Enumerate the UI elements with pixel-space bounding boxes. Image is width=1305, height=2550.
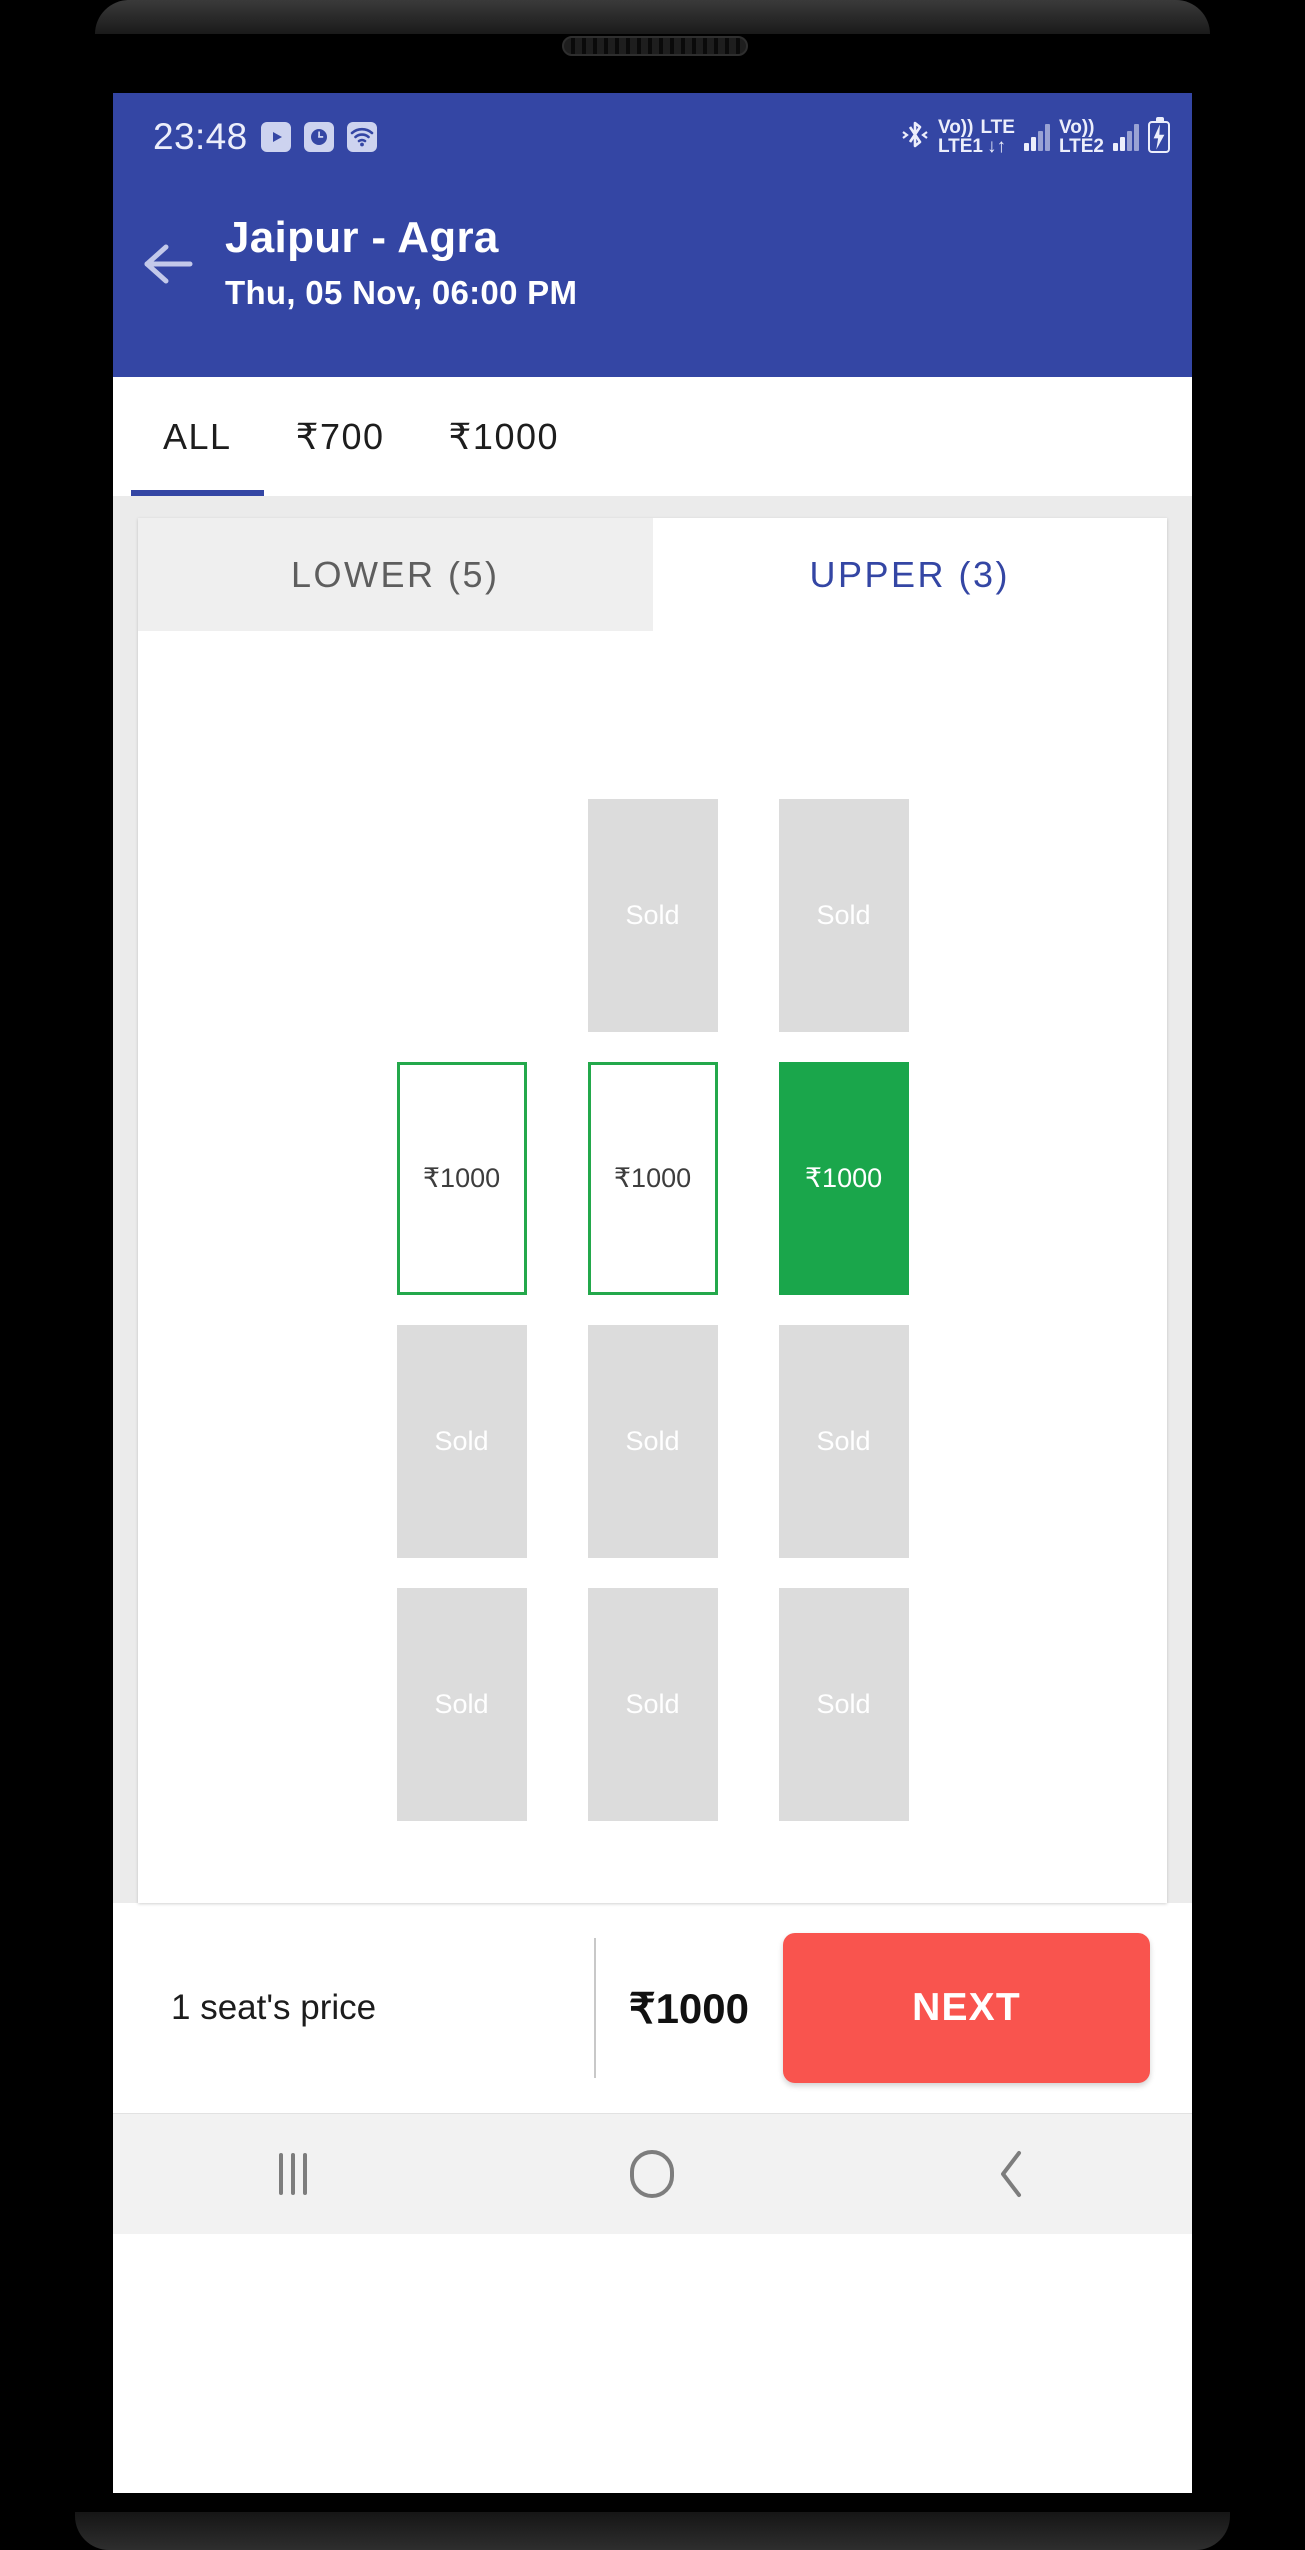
back-icon[interactable]: [932, 2114, 1092, 2234]
sim1-status: Vo)) LTE LTE1 ↓↑: [938, 118, 1015, 156]
page-title: Jaipur - Agra: [225, 213, 499, 262]
sim2-signal-icon: [1113, 123, 1139, 151]
wifi-icon: [346, 122, 377, 152]
tab-lower-deck[interactable]: LOWER (5): [138, 518, 653, 631]
seat-row: ₹1000 ₹1000 ₹1000: [138, 1062, 1167, 1295]
seat-sold: Sold: [587, 799, 718, 1032]
seat-price-label: 1 seat's price: [171, 1988, 377, 2027]
youtube-icon: [260, 122, 291, 152]
seat-row: Sold Sold Sold: [138, 1588, 1167, 1821]
tab-all[interactable]: ALL: [131, 377, 264, 496]
device-bezel-top: [95, 0, 1210, 34]
recents-icon[interactable]: [213, 2114, 373, 2234]
seat-grid: Sold Sold ₹1000 ₹1000 ₹1000 Sold Sold So…: [138, 631, 1167, 1851]
sim1-network-label: LTE: [980, 117, 1015, 138]
device-earpiece-speaker: [562, 36, 748, 56]
seat-empty-slot: [397, 799, 527, 1032]
price-filter-tabs: ALL ₹700 ₹1000: [113, 377, 1192, 496]
phone-screen: 23:48 Vo)) LTE LTE1 ↓↑ Vo)) LTE2 Jaipur …: [113, 93, 1192, 2493]
seat-selected[interactable]: ₹1000: [778, 1062, 909, 1295]
seat-sold: Sold: [778, 1325, 909, 1558]
sim2-label: LTE2: [1058, 136, 1104, 157]
tab-price-1000[interactable]: ₹1000: [417, 377, 592, 496]
status-bar-right: Vo)) LTE LTE1 ↓↑ Vo)) LTE2: [901, 117, 1170, 157]
android-nav-bar: [113, 2113, 1192, 2234]
divider: [593, 1938, 596, 2078]
seat-sold: Sold: [587, 1325, 718, 1558]
status-bar-clock: 23:48: [153, 116, 248, 157]
back-arrow-icon[interactable]: [113, 203, 225, 287]
route-info: Jaipur - Agra Thu, 05 Nov, 06:00 PM: [225, 203, 577, 312]
seat-sold: Sold: [587, 1588, 718, 1821]
sim1-signal-icon: [1023, 123, 1050, 151]
clock-icon: [303, 122, 334, 152]
seat-available[interactable]: ₹1000: [396, 1062, 527, 1295]
seat-selection-area: LOWER (5) UPPER (3) Sold Sold ₹1000 ₹100…: [113, 496, 1192, 1903]
sim1-volte-label: Vo)): [937, 117, 974, 138]
seat-row: Sold Sold Sold: [138, 1325, 1167, 1558]
seat-sold: Sold: [778, 1588, 909, 1821]
bottom-summary-bar: 1 seat's price ₹1000 NEXT: [113, 1903, 1192, 2113]
seat-sold: Sold: [396, 1325, 527, 1558]
battery-charging-icon: [1148, 117, 1170, 153]
sim1-label: LTE1: [937, 136, 983, 157]
device-bezel-bottom: [75, 2512, 1230, 2550]
seat-sold: Sold: [396, 1588, 527, 1821]
status-bar: 23:48 Vo)) LTE LTE1 ↓↑ Vo)) LTE2: [113, 93, 1192, 181]
app-bar: Jaipur - Agra Thu, 05 Nov, 06:00 PM: [113, 181, 1192, 377]
seat-sold: Sold: [778, 799, 909, 1032]
total-price-value: ₹1000: [628, 1984, 749, 2032]
sim2-status: Vo)) LTE2: [1059, 118, 1104, 156]
home-icon[interactable]: [572, 2114, 732, 2234]
status-bar-left: 23:48: [153, 116, 377, 158]
journey-datetime: Thu, 05 Nov, 06:00 PM: [225, 273, 578, 311]
seat-layout-card: LOWER (5) UPPER (3) Sold Sold ₹1000 ₹100…: [138, 518, 1167, 1903]
deck-tabs: LOWER (5) UPPER (3): [138, 518, 1167, 631]
seat-available[interactable]: ₹1000: [587, 1062, 718, 1295]
tab-price-700[interactable]: ₹700: [264, 377, 417, 496]
seat-grid-scroll[interactable]: Sold Sold ₹1000 ₹1000 ₹1000 Sold Sold So…: [138, 631, 1167, 1903]
tab-upper-deck[interactable]: UPPER (3): [652, 518, 1167, 631]
data-transfer-icon: ↓↑: [986, 136, 1006, 157]
seat-row: Sold Sold: [138, 799, 1167, 1032]
device-frame: 23:48 Vo)) LTE LTE1 ↓↑ Vo)) LTE2 Jaipur …: [0, 0, 1305, 2550]
bluetooth-icon: [901, 118, 929, 157]
next-button[interactable]: NEXT: [783, 1933, 1150, 2083]
sim2-volte-label: Vo)): [1058, 117, 1095, 138]
